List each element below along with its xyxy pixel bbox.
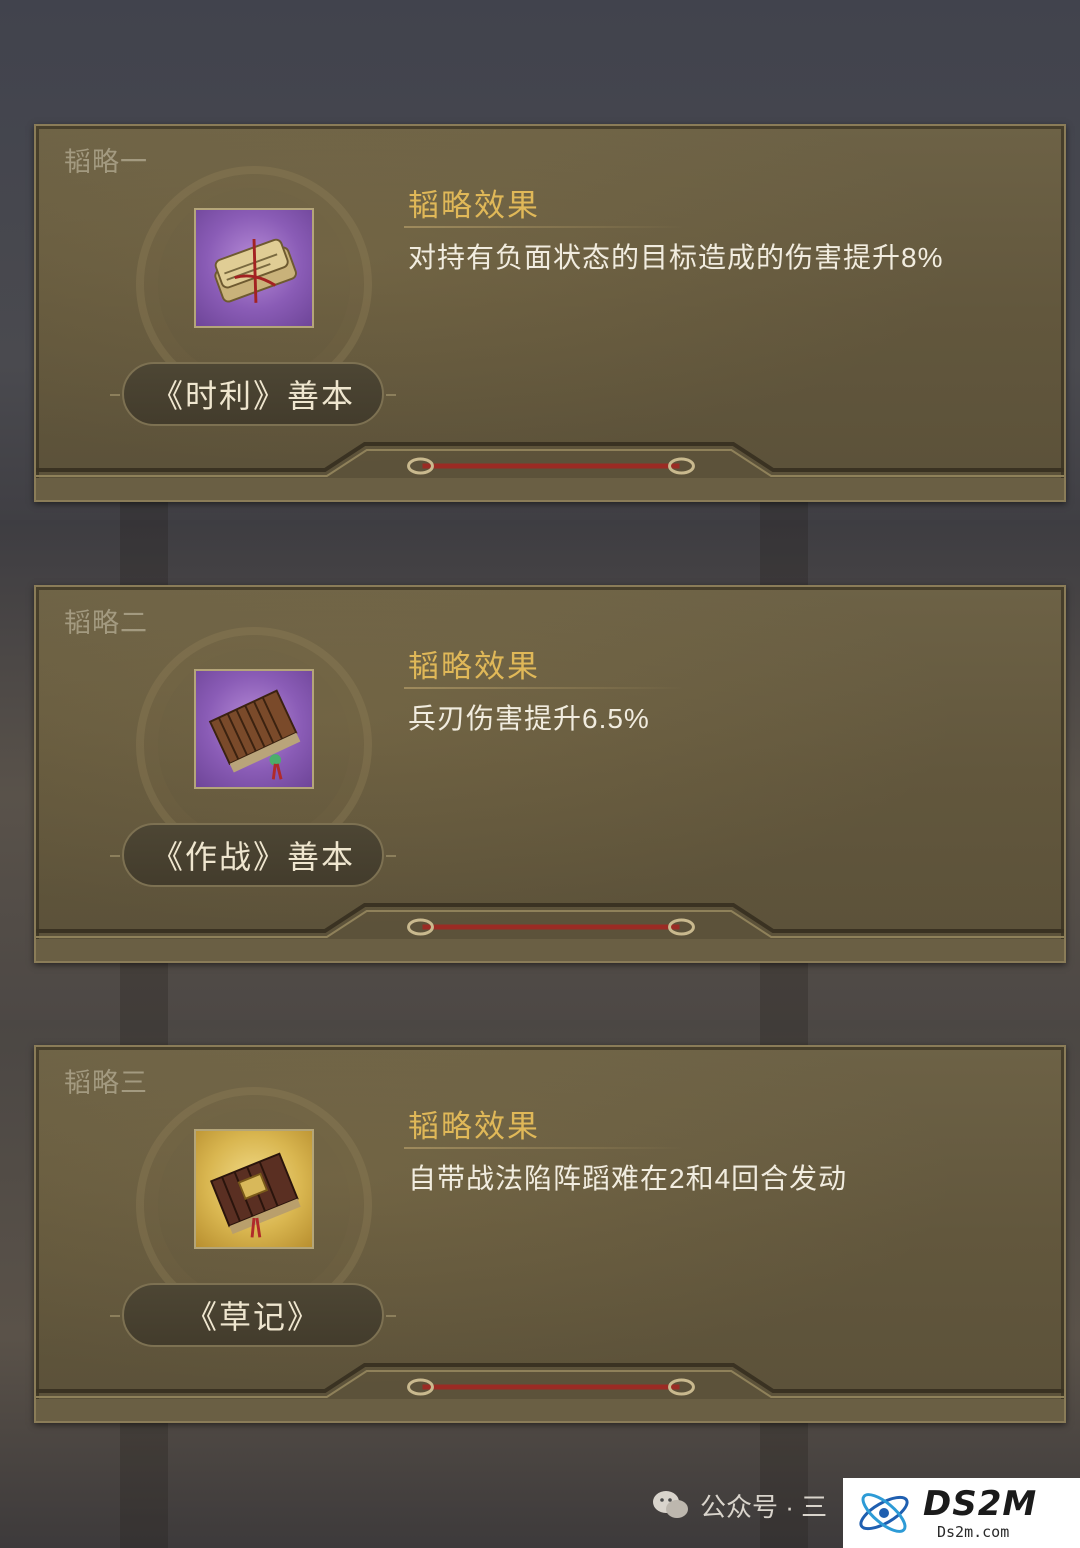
- effect-title: 韬略效果: [408, 188, 540, 223]
- logo-url: Ds2m.com: [937, 1523, 1010, 1541]
- card-label: 韬略二: [64, 608, 148, 638]
- bamboo-slips-icon[interactable]: [194, 669, 314, 789]
- effect-description: 自带战法陷阵蹈难在2和4回合发动: [408, 1163, 848, 1194]
- book-name: 《作战》善本: [150, 839, 355, 875]
- book-name-pill[interactable]: 《作战》善本: [110, 823, 396, 887]
- bottom-frame-decoration: [36, 430, 1064, 500]
- bound-book-icon[interactable]: [194, 1129, 314, 1249]
- effect-description: 对持有负面状态的目标造成的伤害提升8%: [408, 242, 944, 273]
- bottom-frame-decoration: [36, 891, 1064, 961]
- strategy-card-1[interactable]: 韬略一 《时利》善本 韬略效果 对持有负面状态的目标造成的伤害提升8%: [34, 124, 1066, 502]
- card-label: 韬略一: [64, 147, 148, 177]
- wechat-icon: [653, 1491, 688, 1518]
- effect-description: 兵刃伤害提升6.5%: [408, 703, 650, 734]
- effect-title: 韬略效果: [408, 649, 540, 684]
- strategy-card-2[interactable]: 韬略二 《作战》善本 韬略效果 兵刃伤害提升6.5%: [34, 585, 1066, 963]
- strategy-card-3[interactable]: 韬略三 《草记》 韬略效果 自带战法陷阵蹈难在2和4回合发动: [34, 1045, 1066, 1423]
- site-logo[interactable]: DS2M Ds2m.com: [843, 1478, 1080, 1548]
- atom-logo-icon: [859, 1493, 909, 1533]
- bottom-frame-decoration: [36, 1351, 1064, 1421]
- book-name: 《草记》: [184, 1299, 321, 1335]
- scroll-bundle-icon[interactable]: [194, 208, 314, 328]
- book-name: 《时利》善本: [150, 378, 355, 414]
- logo-title: DS2M: [923, 1484, 1038, 1524]
- effect-title: 韬略效果: [408, 1109, 540, 1144]
- divider: [404, 1147, 684, 1149]
- book-name-pill[interactable]: 《草记》: [110, 1283, 396, 1347]
- book-name-pill[interactable]: 《时利》善本: [110, 362, 396, 426]
- divider: [404, 687, 684, 689]
- divider: [404, 226, 684, 228]
- watermark-text: 公众号 · 三: [700, 1491, 828, 1522]
- watermark: 公众号 · 三: [652, 1482, 827, 1528]
- card-label: 韬略三: [64, 1068, 148, 1098]
